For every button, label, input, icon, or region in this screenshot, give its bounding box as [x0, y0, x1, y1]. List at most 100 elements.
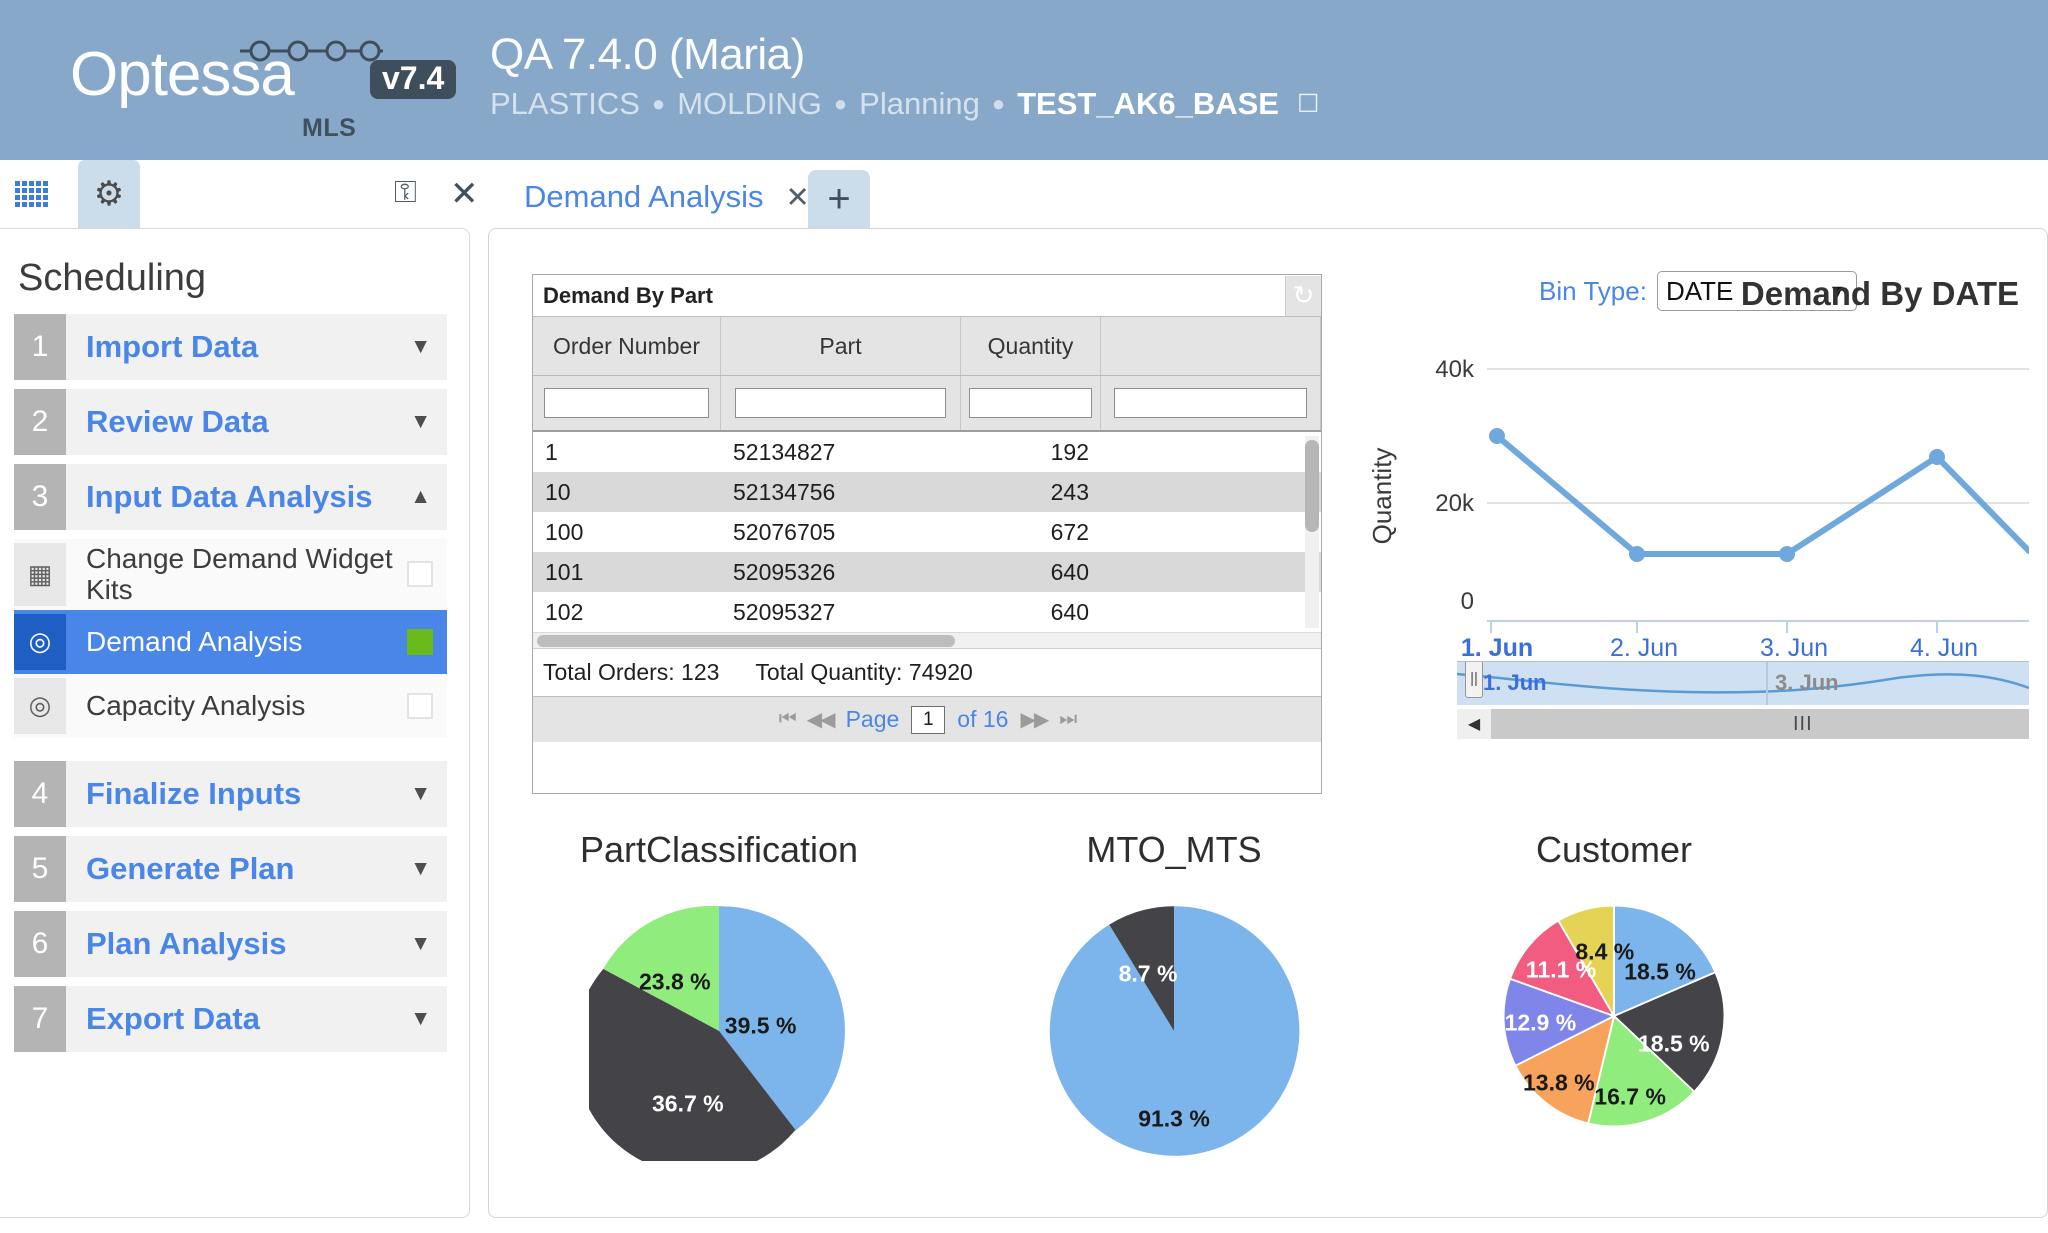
step-number: 5 [14, 835, 66, 902]
table-row[interactable]: 100 52076705 672 [533, 512, 1321, 552]
sidebar-subitem-change-demand-widget-kits[interactable]: ▦ Change Demand Widget Kits [14, 539, 447, 610]
breadcrumb-separator: ● [991, 91, 1006, 116]
y-axis-label: Quantity [1369, 448, 1397, 545]
pie-area[interactable]: 39.5 % 36.7 % 23.8 % [573, 901, 849, 1175]
page-number-input[interactable] [911, 705, 946, 734]
navigator-label-mid: 3. Jun [1775, 670, 1839, 695]
grid-horizontal-scrollbar[interactable] [533, 632, 1321, 648]
table-row[interactable]: 102 52095327 640 [533, 592, 1321, 632]
scrollbar-thumb[interactable] [537, 635, 955, 647]
line-series [1494, 433, 2029, 557]
cell-order-number: 10 [545, 478, 571, 505]
breadcrumb-item-scenario[interactable]: TEST_AK6_BASE [1017, 86, 1279, 122]
sidebar-item-export-data[interactable]: 7 Export Data ▼ [14, 985, 447, 1052]
step-number: 4 [14, 760, 66, 827]
chevron-down-icon[interactable]: ▼ [410, 782, 431, 806]
grid-vertical-scrollbar[interactable] [1305, 436, 1319, 628]
cell-order-number: 1 [545, 438, 558, 465]
data-point[interactable] [1629, 546, 1645, 562]
filter-input-part[interactable] [735, 388, 946, 418]
navigator-range[interactable]: 1. Jun 3. Jun || [1457, 661, 2029, 705]
cell-order-number: 100 [545, 518, 584, 545]
total-quantity-label: Total Quantity: 74920 [755, 659, 973, 685]
breadcrumb-item-line[interactable]: MOLDING [677, 86, 822, 122]
status-checkbox[interactable] [407, 561, 433, 588]
sidebar-item-review-data[interactable]: 2 Review Data ▼ [14, 389, 447, 455]
step-number: 6 [14, 910, 66, 977]
chart-navigator[interactable]: 1. Jun 3. Jun || ◀ III [1457, 661, 2029, 739]
settings-tab[interactable]: ⚙ [78, 160, 140, 228]
chevron-down-icon[interactable]: ▼ [410, 335, 431, 359]
close-all-tabs-icon[interactable]: ✕ [450, 174, 479, 214]
app-header: Optessa v7.4 MLS QA 7.4.0 (Maria) PLASTI… [0, 0, 2048, 160]
table-row[interactable]: 1 52134827 192 [533, 432, 1321, 472]
chevron-up-icon[interactable]: ▲ [410, 485, 431, 509]
sidebar-item-input-data-analysis[interactable]: 3 Input Data Analysis ▲ [14, 464, 447, 530]
navigator-scrollbar[interactable]: ◀ III [1457, 709, 2029, 739]
add-tab-button[interactable]: + [808, 170, 870, 228]
line-chart-svg[interactable]: Quantity 40k 20k 0 1. Jun 2. Jun 3. Jun [1369, 321, 2029, 661]
sidebar-item-import-data[interactable]: 1 Import Data ▼ [14, 314, 447, 380]
data-point[interactable] [1929, 449, 1945, 465]
status-checkbox[interactable] [407, 628, 433, 655]
step-number: 7 [14, 985, 66, 1052]
first-page-button[interactable]: ⏮ [779, 708, 797, 731]
sidebar-subitem-label: Change Demand Widget Kits [86, 543, 393, 606]
grid-body: 1 52134827 192 10 52134756 243 100 52076… [533, 432, 1321, 632]
pie-area[interactable]: 91.3 % 8.7 % [1044, 901, 1304, 1161]
table-row[interactable]: 10 52134756 243 [533, 472, 1321, 512]
lock-icon[interactable]: ⚿ [394, 176, 417, 210]
data-point[interactable] [1779, 546, 1795, 562]
filter-input-order-number[interactable] [544, 388, 709, 418]
grid-view-tab[interactable] [0, 160, 62, 228]
sidebar-subitem-demand-analysis[interactable]: ◎ Demand Analysis [14, 609, 447, 674]
prev-page-button[interactable]: ◀◀ [807, 707, 836, 732]
sidebar-item-label: Generate Plan [86, 850, 295, 886]
customer-pie-chart: Customer 18.5 % 18.5 % 16.7 % 13.8 % 12.… [1394, 829, 1834, 1131]
data-point[interactable] [1489, 428, 1505, 444]
chevron-down-icon[interactable]: ▼ [410, 932, 431, 956]
y-tick-label: 0 [1461, 588, 1474, 615]
refresh-icon[interactable]: ↻ [1285, 275, 1321, 316]
status-checkbox[interactable] [407, 692, 433, 719]
y-tick-label: 40k [1435, 356, 1475, 383]
breadcrumb-item-plant[interactable]: PLASTICS [490, 86, 640, 122]
grid-icon [14, 181, 48, 207]
next-page-button[interactable]: ▶▶ [1020, 707, 1049, 732]
edit-scenario-icon[interactable]: ☐ [1297, 89, 1319, 119]
filter-input-quantity[interactable] [969, 388, 1092, 418]
pie-svg[interactable] [573, 901, 849, 1175]
pie-area[interactable]: 18.5 % 18.5 % 16.7 % 13.8 % 12.9 % 11.1 … [1499, 901, 1729, 1131]
sidebar-subitem-label: Capacity Analysis [86, 690, 306, 722]
scroll-left-icon[interactable]: ◀ [1457, 709, 1491, 739]
sidebar-item-label: Export Data [86, 1000, 260, 1036]
sidebar-item-generate-plan[interactable]: 5 Generate Plan ▼ [14, 835, 447, 902]
chevron-down-icon[interactable]: ▼ [410, 1007, 431, 1031]
column-header-extra[interactable] [1101, 317, 1321, 375]
cell-quantity: 192 [1050, 438, 1089, 465]
scrollbar-grip[interactable]: III [1793, 713, 1813, 736]
close-icon[interactable]: ✕ [786, 180, 810, 215]
tab-demand-analysis[interactable]: Demand Analysis ✕ [498, 166, 832, 228]
demand-by-part-grid: Demand By Part ↻ Order Number Part Quant… [532, 274, 1322, 794]
cell-quantity: 243 [1050, 478, 1089, 505]
sidebar-subitem-capacity-analysis[interactable]: ◎ Capacity Analysis [14, 673, 447, 738]
table-row[interactable]: 101 52095326 640 [533, 552, 1321, 592]
chevron-down-icon[interactable]: ▼ [410, 410, 431, 434]
chevron-down-icon[interactable]: ▼ [410, 857, 431, 881]
tab-bar: ⚿ ✕ Demand Analysis ✕ + [370, 160, 2048, 228]
breadcrumb-item-mode[interactable]: Planning [859, 86, 980, 122]
last-page-button[interactable]: ⏭ [1059, 708, 1077, 731]
cell-part: 52134756 [733, 478, 836, 505]
scrollbar-thumb[interactable] [1305, 440, 1319, 532]
sidebar-item-plan-analysis[interactable]: 6 Plan Analysis ▼ [14, 910, 447, 977]
logo-wordmark: Optessa [70, 40, 295, 109]
chart-title: Customer [1535, 829, 1693, 870]
sidebar-item-finalize-inputs[interactable]: 4 Finalize Inputs ▼ [14, 760, 447, 827]
filter-input-extra[interactable] [1114, 388, 1307, 418]
column-header-order-number[interactable]: Order Number [533, 317, 721, 375]
column-header-quantity[interactable]: Quantity [961, 317, 1101, 375]
navigator-handle[interactable]: || [1465, 662, 1483, 698]
column-header-part[interactable]: Part [721, 317, 961, 375]
sidebar: Scheduling 1 Import Data ▼ 2 Review Data… [0, 228, 470, 1218]
